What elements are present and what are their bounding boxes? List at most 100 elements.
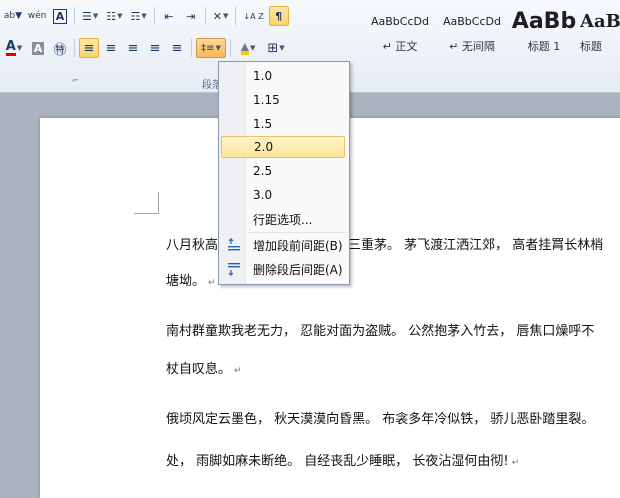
style-tile-normal[interactable]: AaBbCcDd ↵ 正文 <box>364 0 436 74</box>
phonetic-icon: ab▼ <box>3 11 23 21</box>
show-hide-marks-button[interactable]: ¶ <box>268 6 289 26</box>
line-spacing-option-2-0[interactable]: 2.0 <box>221 136 345 158</box>
multilevel-list-icon: ☶ <box>130 9 141 23</box>
distributed-icon: ≡ <box>171 40 183 56</box>
character-shading-icon: A <box>31 41 45 55</box>
menu-separator <box>247 232 347 233</box>
paragraph-text: 俄顷风定云墨色， 秋天漠漠向昏黑。 布衾多年冷似铁， 骄儿恶卧踏里裂。 <box>166 412 595 427</box>
style-tile-no-spacing[interactable]: AaBbCcDd ↵ 无间隔 <box>436 0 508 74</box>
enclose-wen-button[interactable]: wén <box>26 6 48 26</box>
bullets-button[interactable]: ☰ ▼ <box>79 6 101 26</box>
character-border-button[interactable]: A <box>50 6 70 26</box>
document-paragraph[interactable]: 塘坳。 ↵ <box>166 270 216 289</box>
style-name: ↵ 正文 <box>382 40 418 53</box>
document-paragraph[interactable]: 处， 雨脚如麻未断绝。 自经丧乱少睡眠， 长夜沾湿何由彻! ↵ <box>166 450 519 469</box>
chinese-layout-icon: ✕ <box>212 9 223 23</box>
line-spacing-options-item[interactable]: 行距选项... <box>221 208 345 230</box>
phonetic-guide-button[interactable]: ab▼ <box>2 6 24 26</box>
separator <box>74 39 75 57</box>
numbering-icon: ☷ <box>106 9 117 23</box>
style-sample: AaBbCcDd <box>443 14 501 28</box>
menu-item-label: 1.5 <box>253 117 273 131</box>
style-name: ↵ 无间隔 <box>449 40 495 53</box>
paragraph-text: 塘坳。 <box>166 274 206 289</box>
chevron-down-icon: ▼ <box>117 12 123 20</box>
separator <box>191 39 192 57</box>
paragraph-text: 八月秋高 <box>166 238 219 253</box>
character-shading-button[interactable]: A <box>28 38 48 58</box>
align-right-button[interactable]: ≡ <box>123 38 143 58</box>
space-before-icon <box>228 238 240 251</box>
distributed-button[interactable]: ≡ <box>167 38 187 58</box>
document-paragraph[interactable]: 俄顷风定云墨色， 秋天漠漠向昏黑。 布衾多年冷似铁， 骄儿恶卧踏里裂。 <box>166 408 594 427</box>
font-color-icon: A <box>5 39 16 56</box>
increase-indent-button[interactable]: ⇥ <box>181 6 201 26</box>
style-name: 标题 <box>580 40 602 53</box>
enclose-characters-button[interactable]: ㊕ <box>50 38 70 58</box>
menu-item-label: 增加段前间距(B) <box>253 238 343 253</box>
margin-corner-mark <box>158 192 159 214</box>
shading-button[interactable]: ▲ ▼ <box>235 38 261 58</box>
paragraph-text: 处， 雨脚如麻未断绝。 自经丧乱少睡眠， 长夜沾湿何由彻! <box>166 454 509 469</box>
menu-item-label: 2.0 <box>254 140 274 154</box>
chevron-down-icon: ▼ <box>250 44 256 52</box>
separator <box>235 7 237 25</box>
justify-icon: ≡ <box>149 40 161 56</box>
paint-bucket-icon: ▲ <box>240 40 250 55</box>
center-button[interactable]: ≡ <box>101 38 121 58</box>
menu-item-label: 删除段后间距(A) <box>253 262 343 277</box>
borders-button[interactable]: ⊞ ▼ <box>263 38 289 58</box>
paragraph-mark-icon: ↵ <box>208 278 216 288</box>
chinese-layout-button[interactable]: ✕ ▼ <box>210 6 232 26</box>
style-tile-heading-1[interactable]: AaBb 标题 1 <box>508 0 580 74</box>
decrease-indent-button[interactable]: ⇤ <box>159 6 179 26</box>
separator <box>204 7 206 25</box>
numbering-button[interactable]: ☷ ▼ <box>103 6 125 26</box>
style-name: 标题 1 <box>527 40 561 53</box>
borders-icon: ⊞ <box>267 40 279 56</box>
line-spacing-option-3-0[interactable]: 3.0 <box>221 184 345 206</box>
style-sample: AaBb <box>511 8 577 34</box>
paragraph-mark-icon: ↵ <box>511 458 520 468</box>
multilevel-list-button[interactable]: ☶ ▼ <box>128 6 150 26</box>
ribbon-row-1: ab▼ wén A ☰ ▼ ☷ ▼ ☶ ▼ ⇤ ⇥ ✕ ▼ ↓A Z ¶ <box>2 6 289 26</box>
paragraph-text: 南村群童欺我老无力， 忍能对面为盗贼。 公然抱茅入竹去， 唇焦口燥呼不 <box>166 324 595 339</box>
menu-item-label: 1.0 <box>253 69 273 83</box>
chevron-down-icon: ▼ <box>16 44 23 52</box>
document-paragraph[interactable]: 南村群童欺我老无力， 忍能对面为盗贼。 公然抱茅入竹去， 唇焦口燥呼不 <box>166 320 594 339</box>
line-spacing-icon: ‡≡ <box>201 42 215 54</box>
paragraph-mark-icon: ↵ <box>234 366 242 376</box>
menu-item-label: 行距选项... <box>253 212 313 227</box>
character-border-icon: A <box>52 8 68 24</box>
menu-item-label: 2.5 <box>253 164 273 178</box>
add-space-before-item[interactable]: 增加段前间距(B) <box>221 234 345 256</box>
bullets-icon: ☰ <box>82 9 92 23</box>
line-spacing-button[interactable]: ‡≡ ▼ <box>196 38 226 58</box>
sort-button[interactable]: ↓A Z <box>240 6 266 26</box>
line-spacing-option-1-5[interactable]: 1.5 <box>221 113 345 135</box>
margin-corner-mark <box>134 213 159 214</box>
line-spacing-option-2-5[interactable]: 2.5 <box>221 160 345 182</box>
increase-indent-icon: ⇥ <box>186 9 196 23</box>
separator <box>230 39 231 57</box>
wen-icon: wén <box>27 11 47 21</box>
align-center-icon: ≡ <box>105 40 117 56</box>
font-color-button[interactable]: A ▼ <box>2 38 26 58</box>
chevron-down-icon: ▼ <box>92 12 99 20</box>
separator <box>74 7 75 25</box>
menu-item-label: 3.0 <box>253 188 273 202</box>
chevron-down-icon: ▼ <box>279 44 285 52</box>
sort-icon: ↓A Z <box>243 11 264 21</box>
justify-button[interactable]: ≡ <box>145 38 165 58</box>
menu-item-label: 1.15 <box>253 93 280 107</box>
style-sample: AaB <box>580 10 620 32</box>
space-after-icon <box>228 263 240 276</box>
line-spacing-menu: 1.0 1.15 1.5 2.0 2.5 3.0 行距选项... 增加段前间距(… <box>218 61 350 285</box>
style-tile-heading[interactable]: AaB 标题 <box>580 0 620 74</box>
font-group-launcher-icon[interactable]: ⌐ <box>72 76 79 85</box>
remove-space-after-item[interactable]: 删除段后间距(A) <box>221 258 345 280</box>
line-spacing-option-1-0[interactable]: 1.0 <box>221 65 345 87</box>
line-spacing-option-1-15[interactable]: 1.15 <box>221 89 345 111</box>
document-paragraph[interactable]: 杖自叹息。 ↵ <box>166 358 242 377</box>
align-left-button[interactable]: ≡ <box>79 38 99 58</box>
